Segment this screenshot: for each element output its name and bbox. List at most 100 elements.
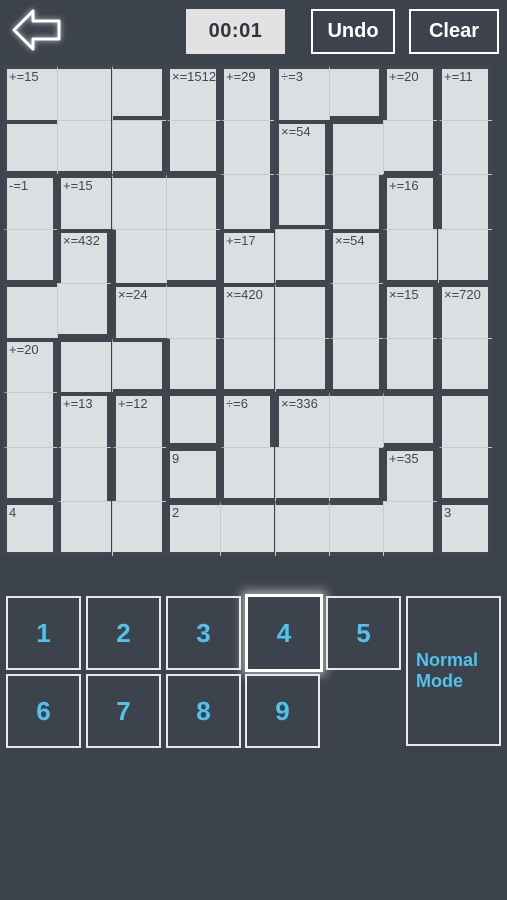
grid-cell[interactable] <box>275 338 329 393</box>
grid-cell[interactable] <box>3 120 57 175</box>
grid-cell[interactable] <box>329 120 383 175</box>
grid-cell[interactable] <box>329 338 383 393</box>
grid-cell[interactable]: 4 <box>3 501 57 556</box>
grid-cell[interactable] <box>383 120 437 175</box>
grid-cell[interactable] <box>329 501 383 556</box>
grid-cell[interactable] <box>329 283 383 338</box>
puzzle-grid[interactable]: +=15 ×=1512 +=29 ÷=3 +=20 +=11 ×=54 -=1 +=15 +=16… <box>3 65 492 556</box>
grid-cell[interactable] <box>57 447 111 502</box>
grid-cell[interactable] <box>220 501 274 556</box>
grid-cell[interactable] <box>438 229 492 284</box>
keypad-key-label: 4 <box>276 617 292 648</box>
grid-cell[interactable] <box>220 447 274 502</box>
keypad-key-1[interactable]: 1 <box>6 596 81 670</box>
grid-cell[interactable] <box>329 392 383 447</box>
grid-cell[interactable] <box>329 65 383 120</box>
grid-cell[interactable] <box>438 174 492 229</box>
grid-cell[interactable] <box>438 392 492 447</box>
grid-cell[interactable] <box>329 447 383 502</box>
cage-label: -=1 <box>9 178 29 193</box>
mode-toggle-button[interactable]: Normal Mode <box>406 596 501 746</box>
grid-cell[interactable] <box>166 392 220 447</box>
grid-cell[interactable] <box>57 120 111 175</box>
timer-display: 00:01 <box>186 9 285 54</box>
grid-cell[interactable]: ×=24 <box>112 283 166 338</box>
grid-cell[interactable]: +=17 <box>220 229 274 284</box>
grid-cell[interactable] <box>275 283 329 338</box>
cage-label: ×=432 <box>63 233 100 248</box>
grid-cell[interactable] <box>383 392 437 447</box>
grid-cell[interactable]: ÷=6 <box>220 392 274 447</box>
grid-cell[interactable]: +=20 <box>383 65 437 120</box>
grid-cell[interactable]: +=29 <box>220 65 274 120</box>
grid-cell[interactable]: +=15 <box>3 65 57 120</box>
grid-cell[interactable] <box>57 65 111 120</box>
keypad-key-9[interactable]: 9 <box>245 674 320 748</box>
grid-cell[interactable] <box>220 120 274 175</box>
grid-cell[interactable]: +=15 <box>57 174 111 229</box>
grid-cell[interactable]: ×=432 <box>57 229 111 284</box>
grid-cell[interactable]: ×=1512 <box>166 65 220 120</box>
grid-cell[interactable] <box>112 120 166 175</box>
grid-cell[interactable] <box>275 501 329 556</box>
grid-cell[interactable]: 9 <box>166 447 220 502</box>
grid-cell[interactable] <box>329 174 383 229</box>
keypad-key-8[interactable]: 8 <box>166 674 241 748</box>
grid-cell[interactable]: -=1 <box>3 174 57 229</box>
grid-cell[interactable] <box>275 174 329 229</box>
grid-cell[interactable] <box>112 65 166 120</box>
grid-cell[interactable] <box>166 338 220 393</box>
back-button[interactable] <box>8 6 66 58</box>
grid-cell[interactable]: +=11 <box>438 65 492 120</box>
grid-cell[interactable] <box>166 229 220 284</box>
grid-cell[interactable]: +=16 <box>383 174 437 229</box>
grid-cell[interactable]: ×=54 <box>329 229 383 284</box>
keypad-key-2[interactable]: 2 <box>86 596 161 670</box>
grid-cell[interactable] <box>3 392 57 447</box>
grid-cell[interactable] <box>112 174 166 229</box>
grid-cell[interactable] <box>438 338 492 393</box>
grid-cell[interactable]: ×=15 <box>383 283 437 338</box>
grid-cell[interactable] <box>383 501 437 556</box>
grid-cell[interactable] <box>3 229 57 284</box>
grid-cell[interactable] <box>112 229 166 284</box>
keypad-key-4[interactable]: 4 <box>245 594 323 672</box>
grid-cell[interactable]: ×=54 <box>275 120 329 175</box>
grid-cell[interactable] <box>166 283 220 338</box>
grid-cell[interactable] <box>275 229 329 284</box>
keypad-key-7[interactable]: 7 <box>86 674 161 748</box>
grid-cell[interactable]: +=35 <box>383 447 437 502</box>
clear-button[interactable]: Clear <box>409 9 499 54</box>
grid-cell[interactable]: ×=720 <box>438 283 492 338</box>
grid-cell[interactable] <box>57 338 111 393</box>
grid-cell[interactable] <box>3 447 57 502</box>
grid-cell[interactable] <box>438 447 492 502</box>
grid-cell[interactable] <box>112 338 166 393</box>
grid-cell[interactable] <box>112 501 166 556</box>
keypad-key-6[interactable]: 6 <box>6 674 81 748</box>
keypad-key-3[interactable]: 3 <box>166 596 241 670</box>
grid-cell[interactable] <box>166 174 220 229</box>
grid-cell[interactable] <box>383 229 437 284</box>
grid-cell[interactable] <box>112 447 166 502</box>
grid-cell[interactable]: +=13 <box>57 392 111 447</box>
grid-cell[interactable] <box>3 283 57 338</box>
grid-cell[interactable]: ÷=3 <box>275 65 329 120</box>
grid-cell[interactable] <box>57 283 111 338</box>
grid-cell[interactable] <box>438 120 492 175</box>
grid-cell[interactable]: ×=420 <box>220 283 274 338</box>
grid-cell[interactable] <box>220 338 274 393</box>
keypad-key-label: 8 <box>196 695 211 726</box>
undo-button[interactable]: Undo <box>311 9 395 54</box>
grid-cell[interactable]: +=12 <box>112 392 166 447</box>
grid-cell[interactable] <box>383 338 437 393</box>
grid-cell[interactable]: ×=336 <box>275 392 329 447</box>
keypad-key-5[interactable]: 5 <box>326 596 401 670</box>
grid-cell[interactable] <box>220 174 274 229</box>
grid-cell[interactable]: +=20 <box>3 338 57 393</box>
grid-cell[interactable] <box>275 447 329 502</box>
grid-cell[interactable]: 2 <box>166 501 220 556</box>
grid-cell[interactable] <box>166 120 220 175</box>
grid-cell[interactable]: 3 <box>438 501 492 556</box>
grid-cell[interactable] <box>57 501 111 556</box>
